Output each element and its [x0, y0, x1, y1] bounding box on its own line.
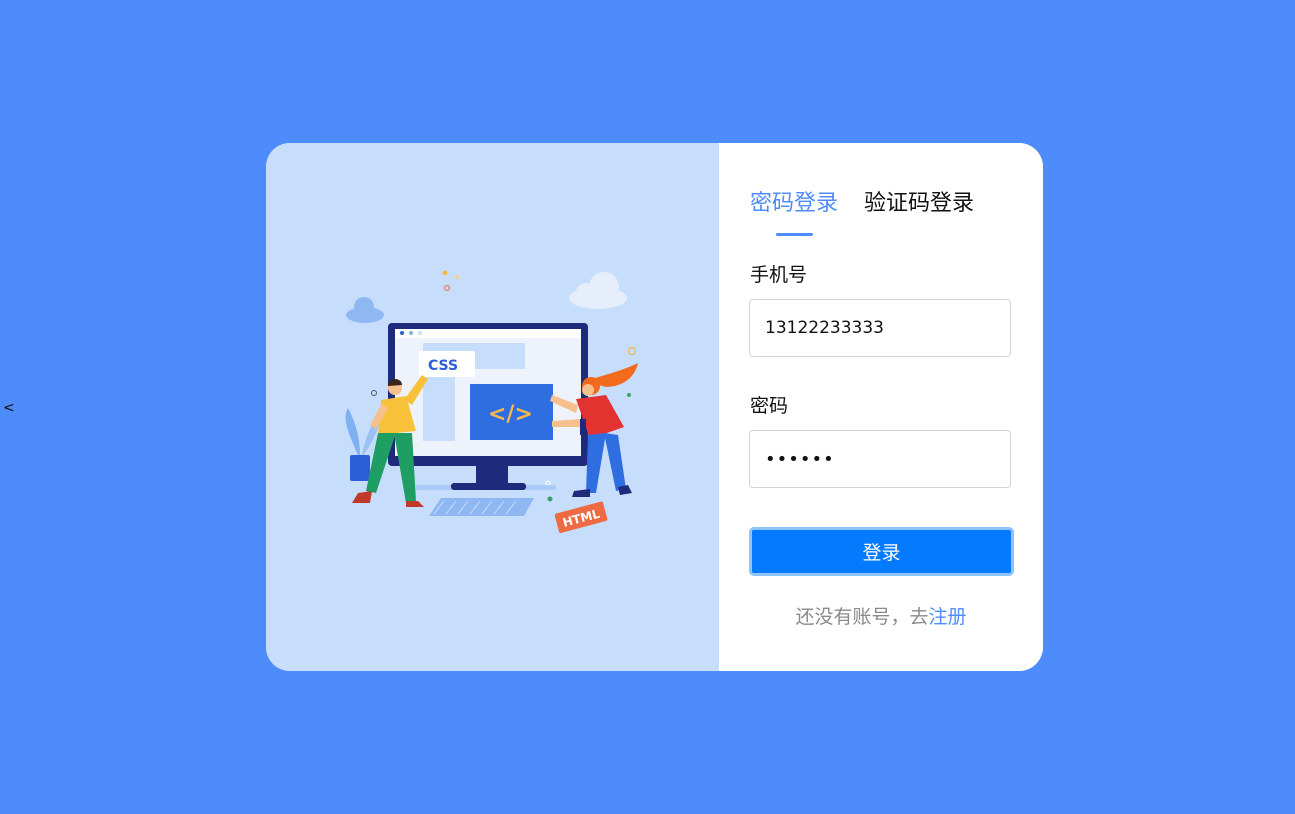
password-input[interactable]	[749, 430, 1011, 488]
css-tag: CSS	[419, 351, 475, 377]
html-tag: HTML	[554, 501, 608, 533]
register-link[interactable]: 注册	[929, 606, 967, 628]
tab-password-login[interactable]: 密码登录	[750, 189, 838, 219]
login-tabs: 密码登录 验证码登录	[750, 189, 974, 219]
login-form-panel: 密码登录 验证码登录 手机号 密码 登录 还没有账号，去注册	[719, 143, 1043, 671]
register-prompt: 还没有账号，去注册	[719, 602, 1043, 629]
register-prompt-text: 还没有账号，去	[795, 606, 929, 628]
login-card: CSS </> HTML 密码登录 验证码登录 手机号 13122233333 …	[266, 143, 1043, 671]
cloud-left	[346, 297, 384, 323]
phone-label: 手机号	[750, 264, 808, 286]
illustration-panel: CSS </> HTML	[266, 143, 719, 671]
svg-text:CSS: CSS	[428, 358, 458, 374]
code-tag: </>	[488, 402, 533, 427]
developers-illustration: CSS </> HTML	[345, 270, 638, 533]
tab-sms-code-login[interactable]: 验证码登录	[864, 189, 974, 219]
cloud-right	[569, 272, 627, 309]
keyboard	[429, 498, 534, 516]
login-button[interactable]: 登录	[749, 527, 1014, 576]
active-tab-indicator	[776, 233, 813, 236]
password-label: 密码	[750, 395, 789, 417]
phone-input[interactable]	[749, 299, 1011, 357]
stray-text: <	[3, 400, 15, 416]
